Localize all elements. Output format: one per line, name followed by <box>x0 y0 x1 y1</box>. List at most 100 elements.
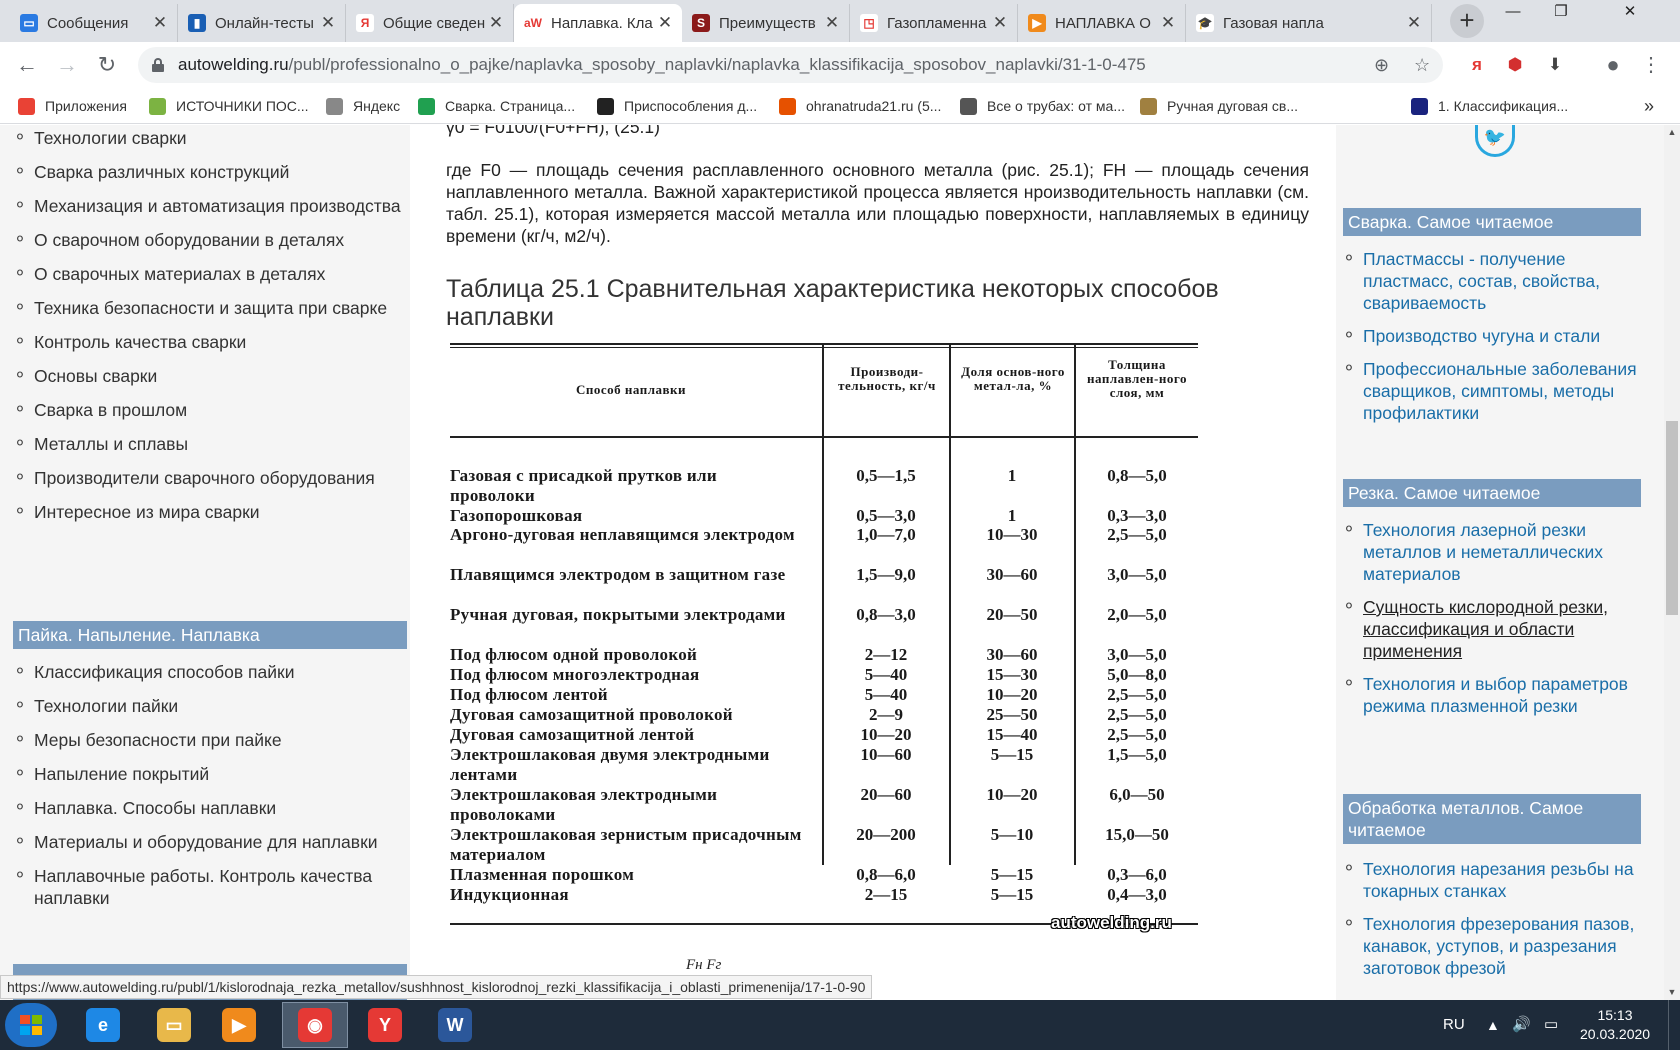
table-row-thickness: 5,0—8,0 <box>1107 665 1167 684</box>
bookmark-item[interactable]: ИСТОЧНИКИ ПОС... <box>149 88 309 124</box>
tab-close-icon[interactable]: ✕ <box>656 13 674 33</box>
volume-icon[interactable]: 🔊 <box>1512 1000 1531 1050</box>
left-nav-item[interactable]: Наплавочные работы. Контроль качества на… <box>14 865 404 909</box>
browser-tab[interactable]: ▶ НАПЛАВКА О ✕ <box>1018 4 1186 42</box>
scroll-thumb[interactable] <box>1666 421 1678 615</box>
table-row-thickness: 0,8—5,0 <box>1107 466 1167 485</box>
left-nav-item[interactable]: Напыление покрытий <box>14 763 404 785</box>
left-nav-item[interactable]: О сварочном оборудовании в деталях <box>14 229 404 251</box>
address-bar[interactable]: autowelding.ru/publ/professionalno_o_paj… <box>138 47 1443 83</box>
tray-up-icon[interactable]: ▲ <box>1486 1000 1500 1050</box>
bookmark-label: Сварка. Страница... <box>445 98 576 114</box>
browser-tab[interactable]: S Преимуществ ✕ <box>682 4 850 42</box>
bookmarks-bar: Приложения ИСТОЧНИКИ ПОС... Яндекс Сварка. … <box>0 88 1680 124</box>
network-icon[interactable]: ▭ <box>1544 1000 1558 1050</box>
reload-icon[interactable]: ↻ <box>92 50 122 80</box>
left-nav-item[interactable]: Сварка различных конструкций <box>14 161 404 183</box>
left-nav-item[interactable]: Технологии сварки <box>14 127 404 149</box>
bookmarks-more-button[interactable]: » <box>1644 88 1654 124</box>
left-nav-item[interactable]: Механизация и автоматизация производства <box>14 195 404 217</box>
download-icon[interactable]: ⬇ <box>1540 50 1570 80</box>
back-icon[interactable]: ← <box>12 50 42 80</box>
tab-close-icon[interactable]: ✕ <box>151 13 169 33</box>
browser-tab[interactable]: ◳ Газопламенна ✕ <box>850 4 1018 42</box>
browser-tab[interactable]: ▮ Онлайн-тесты ✕ <box>178 4 346 42</box>
forward-icon[interactable]: → <box>52 50 82 80</box>
profile-icon[interactable]: ● <box>1598 50 1628 80</box>
tab-label: Преимуществ <box>719 14 816 32</box>
tab-close-icon[interactable]: ✕ <box>1159 13 1177 33</box>
table-row-thickness: 3,0—5,0 <box>1107 645 1167 664</box>
left-nav-item[interactable]: Контроль качества сварки <box>14 331 404 353</box>
right-nav-link[interactable]: Технология фрезерования пазов, канавок, … <box>1343 913 1643 979</box>
right-nav-link[interactable]: Технология лазерной резки металлов и нем… <box>1343 519 1643 585</box>
taskbar-explorer-button[interactable]: ▭ <box>141 1002 207 1048</box>
left-nav-item[interactable]: Меры безопасности при пайке <box>14 729 404 751</box>
table-row-productivity: 0,8—3,0 <box>856 605 916 624</box>
adblock-icon[interactable]: ⬢ <box>1500 50 1530 80</box>
taskbar-yandex-button[interactable]: Y <box>352 1002 418 1048</box>
left-nav-item[interactable]: Материалы и оборудование для наплавки <box>14 831 404 853</box>
show-desktop-button[interactable] <box>1668 1000 1680 1050</box>
right-nav-link[interactable]: Технология нарезания резьбы на токарных … <box>1343 858 1643 902</box>
right-nav-link[interactable]: Профессиональные заболевания сварщиков, … <box>1343 358 1643 424</box>
language-indicator[interactable]: RU <box>1443 1000 1465 1050</box>
maximize-icon[interactable]: ❐ <box>1538 0 1584 26</box>
bookmark-star-icon[interactable]: ☆ <box>1414 47 1430 83</box>
bookmark-item[interactable]: Приспособления д... <box>597 88 757 124</box>
left-nav-item[interactable]: Техника безопасности и защита при сварке <box>14 297 404 319</box>
bookmark-item[interactable]: Приложения <box>18 88 127 124</box>
bookmark-item[interactable]: Ручная дуговая св... <box>1140 88 1298 124</box>
bookmark-item[interactable]: Сварка. Страница... <box>418 88 575 124</box>
left-nav-item[interactable]: Технологии пайки <box>14 695 404 717</box>
bookmark-item[interactable]: Яндекс <box>326 88 400 124</box>
tab-close-icon[interactable]: ✕ <box>991 13 1009 33</box>
tab-close-icon[interactable]: ✕ <box>487 13 505 33</box>
left-nav-item[interactable]: Производители сварочного оборудования <box>14 467 404 489</box>
left-nav-item[interactable]: Металлы и сплавы <box>14 433 404 455</box>
taskbar-word-button[interactable]: W <box>422 1002 488 1048</box>
zoom-icon[interactable]: ⊕ <box>1374 47 1389 83</box>
url-text[interactable]: autowelding.ru/publ/professionalno_o_paj… <box>178 47 1146 83</box>
start-button[interactable] <box>5 1003 57 1047</box>
browser-tab[interactable]: ▭ Сообщения ✕ <box>10 4 178 42</box>
bookmark-label: Приспособления д... <box>624 98 758 114</box>
minimize-icon[interactable]: — <box>1490 0 1536 26</box>
taskbar-media-player-button[interactable]: ▶ <box>206 1002 272 1048</box>
left-nav-item[interactable]: Классификация способов пайки <box>14 661 404 683</box>
new-tab-button[interactable]: + <box>1450 4 1484 38</box>
left-nav-item[interactable]: Интересное из мира сварки <box>14 501 404 523</box>
tab-close-icon[interactable]: ✕ <box>823 13 841 33</box>
clock[interactable]: 15:13 20.03.2020 <box>1580 1006 1650 1044</box>
browser-tab[interactable]: Я Общие сведен ✕ <box>346 4 514 42</box>
right-nav-link[interactable]: Производство чугуна и стали <box>1343 325 1643 347</box>
bookmark-item[interactable]: ohranatruda21.ru (5... <box>779 88 941 124</box>
taskbar-chrome-button[interactable]: ◉ <box>282 1002 348 1048</box>
browser-tab[interactable]: 🎓 Газовая напла ✕ <box>1186 4 1432 42</box>
tab-label: Сообщения <box>47 14 129 32</box>
left-nav-item[interactable]: О сварочных материалах в деталях <box>14 263 404 285</box>
right-nav-link[interactable]: Пластмассы - получение пластмасс, состав… <box>1343 248 1643 314</box>
left-section-header: Пайка. Напыление. Наплавка <box>13 621 407 649</box>
close-window-icon[interactable]: ✕ <box>1590 0 1670 26</box>
left-nav-item[interactable]: Сварка в прошлом <box>14 399 404 421</box>
browser-tab[interactable]: aW Наплавка. Кла ✕ <box>514 4 682 42</box>
scroll-up-icon[interactable]: ▲ <box>1664 127 1680 137</box>
bookmark-item[interactable]: Все о трубах: от ма... <box>960 88 1125 124</box>
web-page: Технологии сварки Сварка различных констр… <box>0 125 1664 1000</box>
table-row-thickness: 0,3—3,0 <box>1107 506 1167 525</box>
scrollbar[interactable]: ▲ ▼ <box>1664 125 1680 1000</box>
tab-label: НАПЛАВКА О <box>1055 14 1151 32</box>
left-nav-item[interactable]: Наплавка. Способы наплавки <box>14 797 404 819</box>
status-url: https://www.autowelding.ru/publ/1/kislor… <box>0 975 873 999</box>
right-nav-link[interactable]: Технология и выбор параметров режима пла… <box>1343 673 1643 717</box>
right-nav-link[interactable]: Сущность кислородной резки, классификаци… <box>1343 596 1643 662</box>
menu-icon[interactable]: ⋮ <box>1636 50 1666 80</box>
left-nav-item[interactable]: Основы сварки <box>14 365 404 387</box>
tab-close-icon[interactable]: ✕ <box>1405 13 1423 33</box>
yandex-extension-icon[interactable]: я <box>1462 50 1492 80</box>
tab-close-icon[interactable]: ✕ <box>319 13 337 33</box>
bookmark-item[interactable]: 1. Классификация... <box>1411 88 1568 124</box>
scroll-down-icon[interactable]: ▼ <box>1664 987 1680 997</box>
taskbar-ie-button[interactable]: e <box>70 1002 136 1048</box>
